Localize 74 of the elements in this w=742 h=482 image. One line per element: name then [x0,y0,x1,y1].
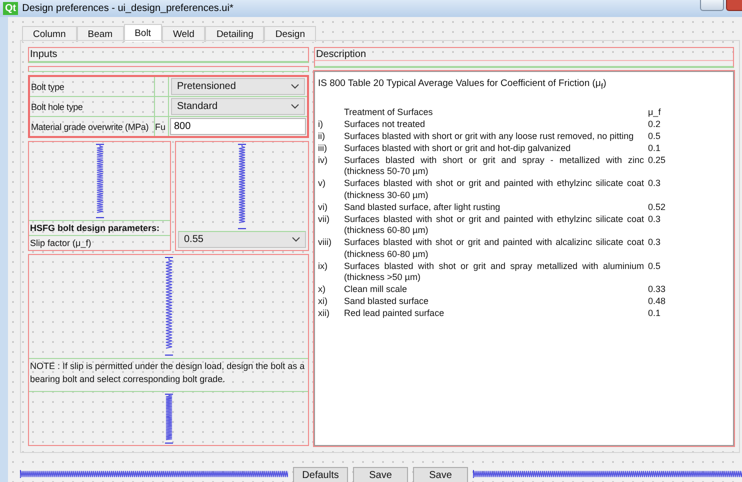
tab[interactable]: Detailing [205,26,264,42]
table-cell-text: 0.48 [648,296,667,308]
spring-icon [164,257,172,356]
table-cell-text: Sand blasted surface, after light rusting [344,202,502,214]
table-cell-text: 0.5 [648,130,662,142]
table-cell-text: 0.52 [648,202,667,214]
row-numeral: ii) [318,130,326,142]
row-numeral: v) [318,178,326,190]
table-cell: Surfaces blasted with shot or grit and painted with ethylzinc silicate coat (thickness 30-60 µm) [344,178,644,202]
table-caption: IS 800 Table 20 Typical Average Values for Coefficient of Friction (μ$_{f}$) [318,78,608,91]
table-cell: Surfaces blasted with shot or grit and painted with ethylzinc silicate coat (thickness 60-80 µm) [344,214,644,237]
app-logo: Qt [3,2,18,15]
table-cell-text: Red lead painted surface [344,308,446,320]
dropdown[interactable]: 0.55 [178,231,306,248]
field-label: Material grade overwrite (MPa) [30,117,155,136]
table-cell-text: Clean mill scale [344,284,408,296]
field-label: Bolt type [30,77,155,96]
spring-icon [473,470,742,478]
chevron-icon [291,104,299,109]
chevron-icon [292,237,300,242]
table-cell-text: 0.33 [648,284,667,296]
push-button[interactable]: Defaults [293,467,348,482]
table-cell: Surfaces blasted with shot or grit and spray metallized with aluminium (thickness >50 µm) [344,260,644,284]
table-cell-text: Surfaces blasted with short or grit and hot-dip galvanized [344,142,572,154]
column-header: μ_f [648,106,662,118]
row-numeral: x) [318,284,326,296]
tab[interactable]: Beam [76,26,124,42]
section-heading: HSFG bolt design parameters: [29,220,170,235]
field-label: Bolt hole type [30,97,155,116]
tab[interactable]: Design [264,26,316,42]
push-button[interactable]: Save [353,467,408,482]
row-numeral: xi) [318,296,328,308]
table-cell: Surfaces blasted with shot or grit and painted with alcalizinc silicate coat (thickness 60-80 µm) [344,237,644,260]
table-cell-text: Surfaces not treated [344,118,426,130]
row-numeral: iv) [318,154,328,167]
dropdown[interactable]: Pretensioned [171,78,305,95]
row-numeral: i) [318,118,324,130]
spring-icon [96,144,104,218]
minimize-button[interactable] [700,0,724,11]
dropdown[interactable]: Standard [171,98,305,115]
field-label: Slip factor (μ_f) [29,235,170,250]
input-field[interactable]: 800 [170,118,306,135]
row-numeral: viii) [318,237,332,250]
table-cell-text: 0.3 [648,214,662,226]
table-cell-text: 0.1 [648,308,662,320]
spring-icon [164,394,172,443]
row-numeral: vi) [318,202,328,214]
tab[interactable]: Bolt [124,24,162,42]
row-numeral: xii) [318,308,330,320]
row-numeral: ix) [318,260,328,273]
table-cell-text: Surfaces blasted with short or grit with any loose rust removed, no pitting [344,130,635,142]
note-text: NOTE : If slip is permitted under the design load, design the bolt as a bearing bolt and select corresponding bolt grade. [29,358,308,392]
unit-label: Fu [155,122,166,132]
table-cell-text: 0.2 [648,118,662,130]
table-cell: Surfaces blasted with short or grit and spray - metallized with zinc (thickness 50-70 µm) [344,154,644,178]
close-button[interactable] [726,0,742,11]
table-cell-text: 0.5 [648,260,662,273]
spring-icon [20,470,288,478]
chevron-icon [291,84,299,89]
table-cell-text: 0.1 [648,142,662,154]
tab[interactable]: Weld [162,26,206,42]
spring-icon [238,144,246,229]
column-header: Treatment of Surfaces [344,106,434,118]
window-title: Design preferences - ui_design_preferences.ui* [22,3,234,14]
table-cell-text: 0.3 [648,237,662,250]
row-numeral: vii) [318,214,330,226]
table-cell-text: 0.3 [648,178,662,190]
table-cell-text: 0.25 [648,154,667,167]
tab[interactable]: Column [22,26,77,42]
push-button[interactable]: Save [413,467,468,482]
section-title: Inputs [30,49,58,60]
table-cell-text: Sand blasted surface [344,296,430,308]
row-numeral: iii) [318,142,328,154]
section-title: Description [316,49,366,60]
